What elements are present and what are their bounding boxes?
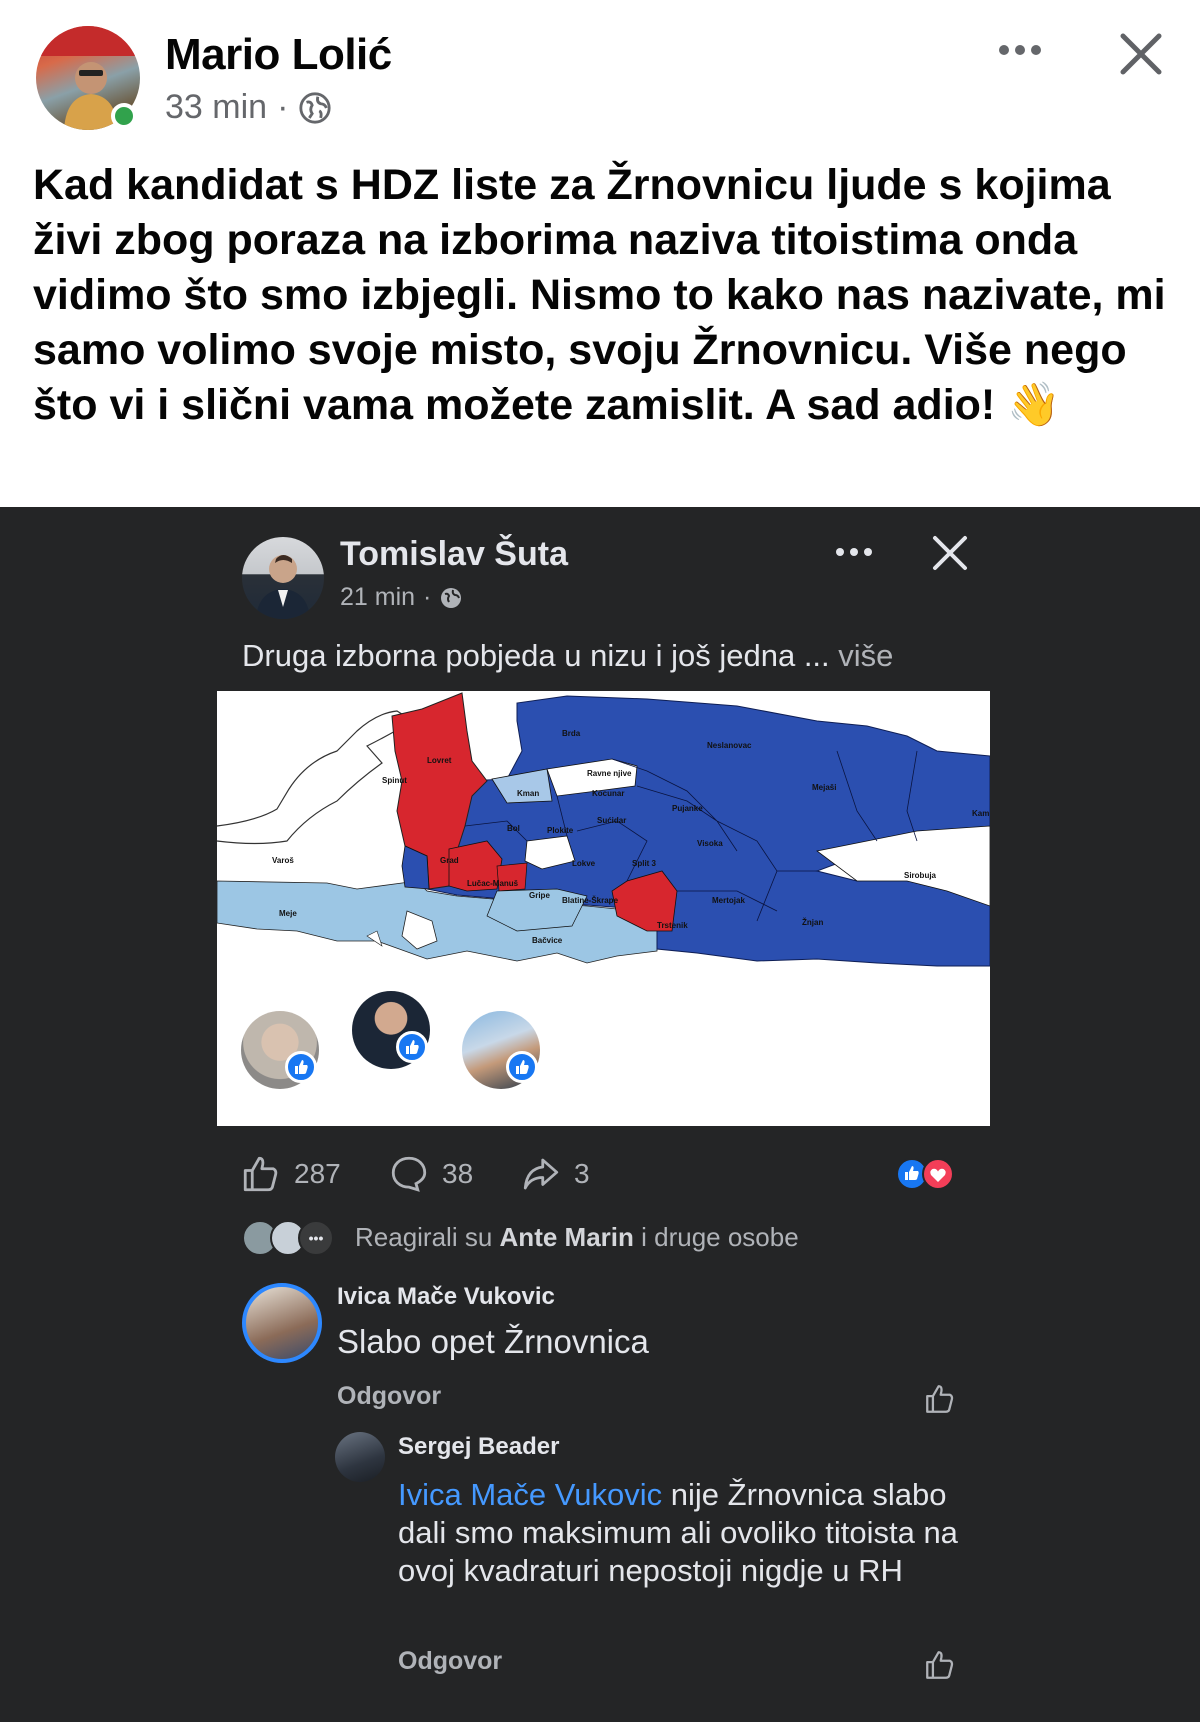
map-label-grad: Grad [440,856,459,865]
see-more-link[interactable]: više [838,638,893,673]
map-label-gripe: Gripe [529,891,550,900]
map-label-kocunar: Kocunar [592,789,625,798]
shared-more-options-icon[interactable] [833,545,875,559]
post-actions: 287 38 3 [240,1153,960,1197]
map-label-brda: Brda [562,729,581,738]
comment-like-icon[interactable] [923,1648,957,1682]
like-button[interactable]: 287 [240,1153,341,1195]
shared-post-text: Druga izborna pobjeda u nizu i još jedna… [242,638,893,674]
map-label-kam: Kam [972,809,990,818]
shared-post-meta: 21 min · [340,583,463,612]
reply-text: Ivica Mače Vukovic nije Žrnovnica slabo … [398,1476,978,1590]
reaction-icons[interactable] [895,1157,965,1191]
like-badge-icon [396,1031,428,1063]
map-label-mejasi: Mejaši [812,783,837,792]
post-body: Kad kandidat s HDZ liste za Žrnovnicu lj… [33,161,1166,429]
share-count: 3 [574,1158,590,1189]
more-reactors-icon: ••• [298,1220,334,1256]
shared-author-name[interactable]: Tomislav Šuta [340,535,568,574]
outer-post: Mario Lolić 33 min · Kad kandidat s HDZ … [0,0,1200,505]
globe-icon[interactable] [298,91,332,125]
map-label-bacvice: Bačvice [532,936,563,945]
map-label-znjan: Žnjan [802,918,824,927]
map-label-meje: Meje [279,909,297,918]
map-label-lokve: Lokve [572,859,596,868]
comment-count: 38 [442,1158,474,1189]
like-badge-icon [285,1051,317,1083]
map-label-plokite: Plokite [547,826,574,835]
map-label-neslanovac: Neslanovac [707,741,752,750]
map-label-sirobuja: Sirobuja [904,871,937,880]
comment-like-icon[interactable] [923,1382,957,1416]
map-label-split3: Split 3 [632,859,657,868]
author-name[interactable]: Mario Lolić [165,30,392,80]
like-badge-icon [506,1051,538,1083]
map-label-lovret: Lovret [427,756,452,765]
meta-separator: · [277,88,289,126]
shared-meta-separator: · [423,583,432,611]
share-button[interactable]: 3 [520,1153,590,1195]
shared-close-icon[interactable] [930,533,970,573]
reacted-summary[interactable]: Reagirali su Ante Marin i druge osobe [355,1222,799,1253]
post-meta: 33 min · [165,88,332,127]
reply-avatar[interactable] [335,1432,385,1482]
waving-hand-emoji: 👋 [1007,381,1061,429]
map-label-bol: Bol [507,824,520,833]
close-icon[interactable] [1115,28,1167,80]
like-count: 287 [294,1158,341,1189]
map-label-kman: Kman [517,789,540,798]
comment-bubble-icon [391,1156,427,1192]
election-map-image[interactable]: Brda Neslanovac Lovret Spinut Ravne njiv… [217,691,990,1126]
more-options-icon[interactable] [995,30,1045,70]
reactor-avatars[interactable]: ••• [242,1220,334,1256]
map-label-ravne-njive: Ravne njive [587,769,632,778]
comment-button[interactable]: 38 [388,1153,473,1195]
shared-post-body: Druga izborna pobjeda u nizu i još jedna… [242,638,830,673]
post-text: Kad kandidat s HDZ liste za Žrnovnicu lj… [33,158,1173,433]
map-label-visoka: Visoka [697,839,723,848]
mention-link[interactable]: Ivica Mače Vukovic [398,1477,662,1512]
map-label-varos: Varoš [272,856,294,865]
map-label-spinut: Spinut [382,776,407,785]
map-label-trstenik: Trstenik [657,921,688,930]
map-label-blatine-skrape: Blatine-Škrape [562,896,619,905]
reacted-name[interactable]: Ante Marin [500,1222,634,1252]
reply-button[interactable]: Odgovor [398,1647,502,1676]
shared-post-time[interactable]: 21 min [340,583,415,612]
map-label-pujanke: Pujanke [672,804,703,813]
globe-icon[interactable] [439,586,463,610]
comment-author[interactable]: Ivica Mače Vukovic [337,1283,555,1311]
post-time[interactable]: 33 min [165,88,267,127]
shared-author-avatar[interactable] [242,537,324,619]
reacted-suffix: i druge osobe [641,1222,799,1252]
district-map [217,691,990,1126]
comment-text: Slabo opet Žrnovnica [337,1323,649,1360]
map-label-mertojak: Mertojak [712,896,745,905]
online-status-dot [111,103,137,129]
comment-avatar[interactable] [242,1283,322,1363]
map-label-sucidar: Sućidar [597,816,627,825]
reply-author[interactable]: Sergej Beader [398,1433,559,1461]
reacted-prefix: Reagirali su [355,1222,493,1252]
reply-button[interactable]: Odgovor [337,1382,441,1411]
share-arrow-icon [523,1158,559,1190]
thumbs-up-icon [243,1156,278,1192]
map-label-lucac-manus: Lučac-Manuš [467,879,519,888]
